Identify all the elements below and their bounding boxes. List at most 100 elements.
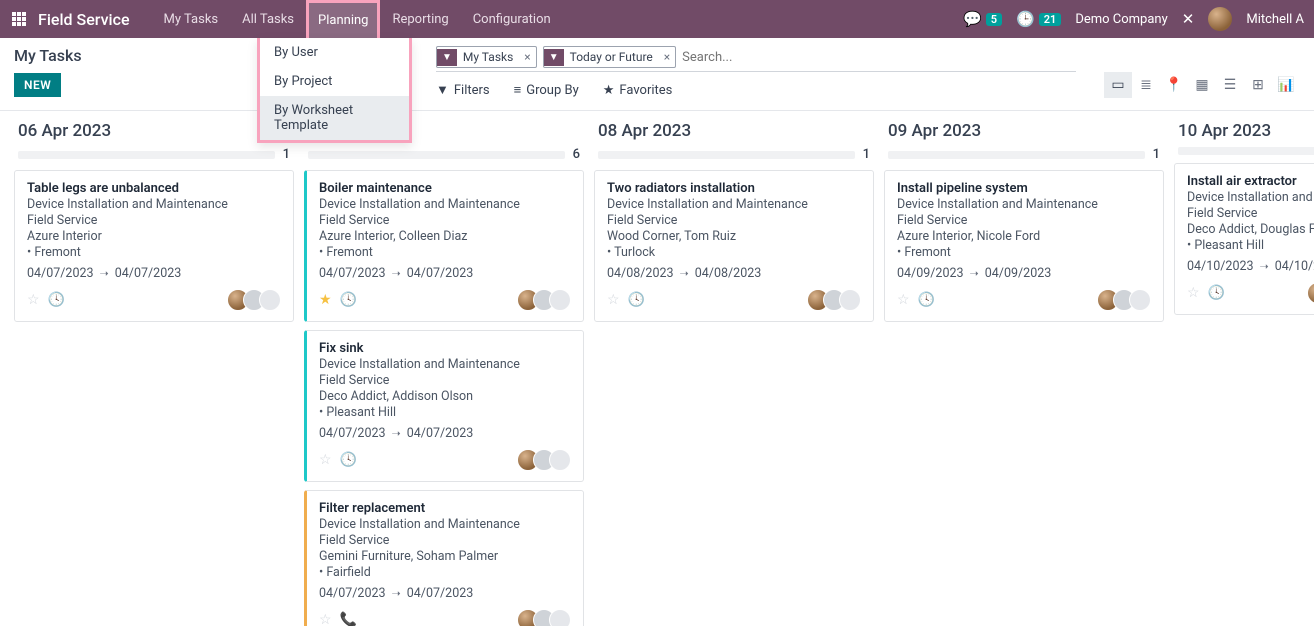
favorites-button[interactable]: ★Favorites [603, 82, 673, 98]
star-icon[interactable]: ☆ [27, 292, 40, 308]
filter-icon: ▼ [544, 49, 564, 66]
avatar [549, 289, 571, 311]
clock-icon[interactable]: 🕓 [340, 292, 357, 308]
gantt-view-button[interactable]: ☰ [1216, 72, 1244, 98]
apps-icon[interactable] [10, 10, 28, 28]
clock-icon[interactable]: 🕓 [628, 292, 645, 308]
clock-icon[interactable]: 🕓 [48, 292, 65, 308]
star-icon[interactable]: ☆ [607, 292, 620, 308]
assignee-avatars[interactable] [523, 609, 571, 626]
clock-icon[interactable]: 🕓 [1208, 285, 1225, 301]
card-subtitle: Device Installation and Maintenance [27, 197, 281, 212]
nav-mytasks[interactable]: My Tasks [152, 0, 231, 38]
card-title: Fix sink [319, 341, 571, 356]
column-date: 08 Apr 2023 [598, 121, 870, 141]
facet-today-future[interactable]: ▼ Today or Future × [543, 46, 676, 68]
pivot-view-button[interactable]: ⊞ [1244, 72, 1272, 98]
task-card[interactable]: Install pipeline system Device Installat… [884, 170, 1164, 322]
clock-icon[interactable]: 🕓 [918, 292, 935, 308]
dropdown-by-worksheet-template[interactable]: By Worksheet Template [260, 96, 409, 140]
phone-icon[interactable]: 📞 [340, 612, 357, 626]
user-avatar[interactable] [1208, 7, 1232, 31]
star-icon: ★ [603, 83, 615, 98]
map-view-button[interactable]: 📍 [1160, 72, 1188, 98]
dropdown-by-project[interactable]: By Project [260, 67, 409, 96]
dropdown-by-user[interactable]: By User [260, 38, 409, 67]
kanban-view-button[interactable]: ▭ [1104, 72, 1132, 98]
messaging-button[interactable]: 💬 5 [963, 10, 1002, 28]
facet-close[interactable]: × [519, 50, 535, 64]
graph-view-button[interactable]: 📊 [1272, 72, 1300, 98]
star-icon[interactable]: ☆ [319, 612, 332, 626]
chat-count: 5 [986, 13, 1002, 26]
column-progress[interactable] [308, 151, 565, 159]
column-progress[interactable] [888, 151, 1145, 159]
calendar-view-button[interactable]: ▦ [1188, 72, 1216, 98]
facet-close[interactable]: × [659, 50, 675, 64]
card-dates: 04/10/2023➝04/10/20 [1187, 259, 1314, 274]
column-date: 09 Apr 2023 [888, 121, 1160, 141]
groupby-button[interactable]: ≡Group By [514, 82, 579, 98]
nav-planning[interactable]: Planning [306, 0, 380, 38]
column-progress[interactable] [18, 151, 275, 159]
card-subtitle: Device Installation and M [1187, 190, 1314, 205]
card-subtitle: Device Installation and Maintenance [319, 357, 571, 372]
app-brand[interactable]: Field Service [38, 10, 130, 29]
card-customer: Azure Interior, Nicole Ford [897, 229, 1151, 244]
star-icon[interactable]: ★ [319, 292, 332, 308]
activities-button[interactable]: 🕒 21 [1016, 10, 1061, 28]
card-dates: 04/08/2023➝04/08/2023 [607, 266, 861, 281]
star-icon[interactable]: ☆ [897, 292, 910, 308]
card-project: Field Service [319, 373, 571, 388]
column-count: 1 [283, 147, 290, 162]
card-location: • Fremont [319, 245, 571, 260]
card-customer: Azure Interior [27, 229, 281, 244]
kanban-column: 07 Apr 2023 6 Boiler maintenance Device … [304, 121, 584, 626]
task-card[interactable]: Table legs are unbalanced Device Install… [14, 170, 294, 322]
nav-reporting[interactable]: Reporting [380, 0, 460, 38]
new-button[interactable]: NEW [14, 73, 61, 97]
kanban-column: 06 Apr 2023 1 Table legs are unbalanced … [14, 121, 294, 626]
avatar [549, 609, 571, 626]
clock-icon[interactable]: 🕓 [340, 452, 357, 468]
search-input[interactable] [682, 50, 1076, 65]
debug-icon[interactable]: ✕ [1182, 10, 1195, 28]
column-progress[interactable] [1178, 147, 1314, 155]
assignee-avatars[interactable] [233, 289, 281, 311]
assignee-avatars[interactable] [1103, 289, 1151, 311]
card-subtitle: Device Installation and Maintenance [607, 197, 861, 212]
star-icon[interactable]: ☆ [319, 452, 332, 468]
task-card[interactable]: Boiler maintenance Device Installation a… [304, 170, 584, 322]
filters-button[interactable]: ▼Filters [436, 82, 490, 98]
column-date: 06 Apr 2023 [18, 121, 290, 141]
user-name[interactable]: Mitchell A [1246, 12, 1304, 27]
nav-alltasks[interactable]: All Tasks [230, 0, 306, 38]
assignee-avatars[interactable] [523, 449, 571, 471]
task-card[interactable]: Fix sink Device Installation and Mainten… [304, 330, 584, 482]
assignee-avatars[interactable] [813, 289, 861, 311]
column-count: 1 [863, 147, 870, 162]
card-project: Field Service [897, 213, 1151, 228]
nav-configuration[interactable]: Configuration [461, 0, 563, 38]
card-title: Install air extractor [1187, 174, 1314, 189]
task-card[interactable]: Two radiators installation Device Instal… [594, 170, 874, 322]
star-icon[interactable]: ☆ [1187, 285, 1200, 301]
assignee-avatars[interactable] [523, 289, 571, 311]
column-progress[interactable] [598, 151, 855, 159]
avatar [549, 449, 571, 471]
kanban-column: 10 Apr 2023 Install air extractor Device… [1174, 121, 1314, 626]
task-card[interactable]: Install air extractor Device Installatio… [1174, 163, 1314, 315]
list-view-button[interactable]: ≣ [1132, 72, 1160, 98]
company-switcher[interactable]: Demo Company [1075, 12, 1167, 27]
arrow-icon: ➝ [1260, 260, 1269, 273]
search-box[interactable]: ▼ My Tasks × ▼ Today or Future × [436, 46, 1076, 72]
facet-mytasks[interactable]: ▼ My Tasks × [436, 46, 537, 68]
facet-label: Today or Future [564, 47, 659, 67]
card-location: • Fairfield [319, 565, 571, 580]
task-card[interactable]: Filter replacement Device Installation a… [304, 490, 584, 626]
card-subtitle: Device Installation and Maintenance [897, 197, 1151, 212]
clock-count: 21 [1039, 13, 1062, 26]
card-customer: Gemini Furniture, Soham Palmer [319, 549, 571, 564]
card-dates: 04/07/2023➝04/07/2023 [319, 426, 571, 441]
card-title: Table legs are unbalanced [27, 181, 281, 196]
